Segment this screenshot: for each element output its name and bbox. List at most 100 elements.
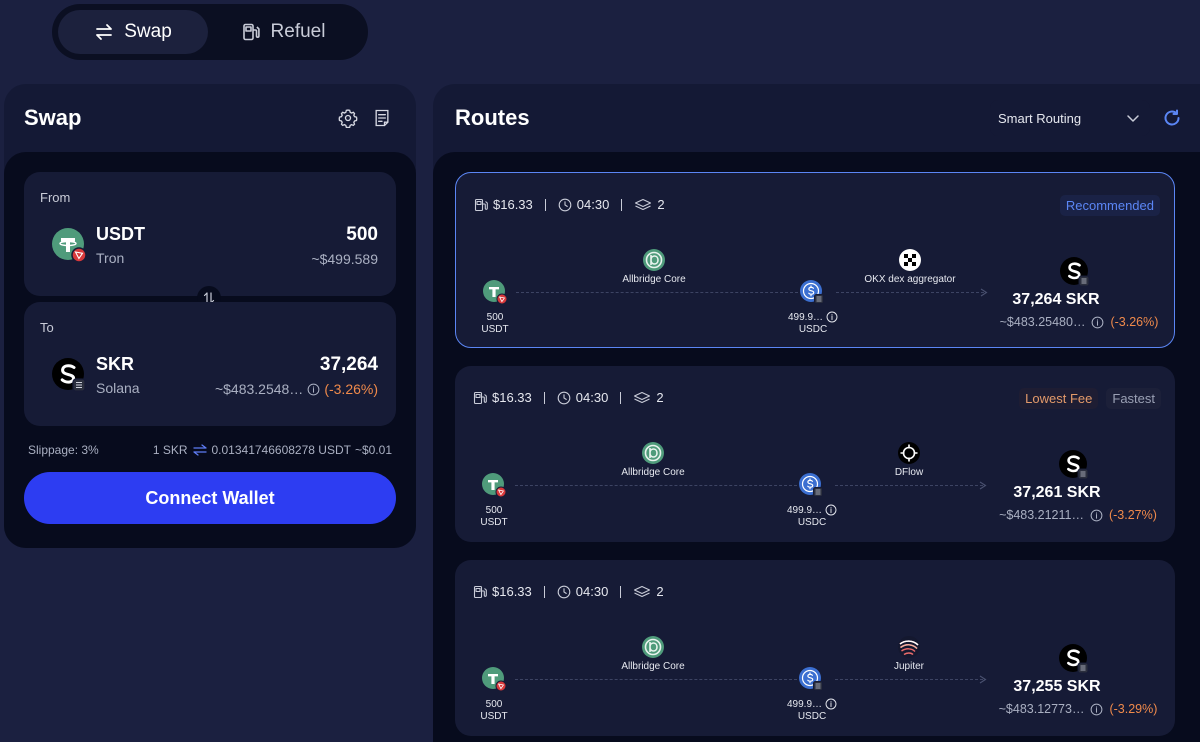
allbridge-icon [643, 249, 665, 271]
routes-list: $16.33 04:30 2 Recommended 500 USDT Allb… [433, 152, 1200, 742]
tether-icon [483, 280, 507, 304]
route-time: 04:30 [558, 197, 609, 212]
stat-divider [543, 585, 545, 598]
route-fee: $16.33 [474, 197, 533, 212]
stat-divider [620, 391, 622, 404]
source-amount: 500 [485, 505, 503, 516]
info-icon[interactable] [825, 698, 837, 710]
refuel-mode-label: Refuel [270, 21, 326, 42]
from-amount[interactable]: 500 [346, 224, 378, 246]
to-label: To [40, 320, 54, 335]
bridge-name: Allbridge Core [621, 467, 685, 478]
gas-icon [474, 198, 488, 211]
source-amount: 500 [485, 699, 503, 710]
to-token-chain: Solana [96, 380, 140, 396]
route-time-value: 04:30 [575, 390, 609, 405]
mode-toggle: Swap Refuel [52, 4, 368, 60]
mid-amount: 499.9… [786, 698, 823, 710]
skr-icon [52, 358, 86, 392]
info-icon[interactable] [1090, 509, 1103, 522]
swap-body: From USDT Tron 500 ~$499.589 To SKR Sola… [4, 152, 416, 548]
tron-icon [496, 293, 507, 304]
route-steps: 2 [633, 584, 664, 599]
route-fee-value: $16.33 [492, 584, 532, 599]
clock-icon [557, 391, 571, 404]
route-stats: $16.33 04:30 2 [474, 197, 665, 212]
swap-mode-button[interactable]: Swap [58, 10, 208, 54]
to-price-change: (-3.26%) [324, 381, 378, 397]
exchange-rate[interactable]: 1 SKR 0.01341746608278 USDT ~$0.01 [153, 443, 392, 457]
routes-title: Routes [455, 105, 530, 130]
mid-amount: 499.9… [787, 311, 824, 323]
destination-change: (-3.26%) [1110, 315, 1159, 329]
gear-icon[interactable] [338, 108, 358, 128]
usdc-icon [799, 473, 823, 497]
clock-icon [558, 198, 572, 211]
destination-usd: ~$483.25480… (-3.26%) [994, 315, 1164, 329]
to-usd-amount: ~$483.2548… [214, 381, 304, 397]
destination-change: (-3.29%) [1109, 702, 1158, 716]
info-icon[interactable] [826, 311, 838, 323]
destination-amount: 37,264 SKR [1012, 291, 1100, 308]
route-card-3[interactable]: $16.33 04:30 2 500 USDT Allbridge Core 4… [455, 560, 1175, 736]
receipt-icon[interactable] [372, 108, 392, 128]
from-token-chain: Tron [96, 250, 125, 266]
refuel-mode-button[interactable]: Refuel [208, 10, 358, 54]
jupiter-icon [898, 636, 920, 658]
routing-mode-value: Smart Routing [998, 110, 1082, 126]
route-fee: $16.33 [473, 390, 532, 405]
fuel-pump-icon [242, 23, 260, 41]
route-steps-value: 2 [657, 197, 665, 212]
swap-header-actions [338, 108, 392, 128]
route-fee: $16.33 [473, 584, 532, 599]
route-tag: Recommended [1059, 195, 1160, 216]
slippage-row: Slippage: 3% 1 SKR 0.01341746608278 USDT… [28, 440, 392, 460]
dflow-icon [898, 442, 920, 464]
rate-usd: ~$0.01 [354, 443, 392, 457]
route-card-2[interactable]: $16.33 04:30 2 Lowest Fee Fastest 500 US… [455, 366, 1175, 542]
connect-wallet-button[interactable]: Connect Wallet [24, 472, 396, 524]
skr-icon [1059, 450, 1089, 480]
routes-header: Routes Smart Routing [433, 84, 1200, 152]
destination-usd: ~$483.21211… (-3.27%) [993, 508, 1163, 522]
route-tag: Lowest Fee [1019, 388, 1099, 409]
info-icon[interactable] [307, 383, 320, 396]
route-path-line [515, 485, 797, 486]
routing-mode-select[interactable]: Smart Routing [990, 100, 1150, 136]
route-stats: $16.33 04:30 2 [473, 390, 664, 405]
route-path-line [515, 679, 797, 680]
info-icon[interactable] [825, 504, 837, 516]
tron-icon [495, 680, 506, 691]
to-amount: 37,264 [319, 354, 378, 375]
clock-icon [557, 585, 571, 598]
mid-symbol: USDC [798, 324, 828, 335]
destination-amount: 37,261 SKR [1013, 484, 1101, 501]
info-icon[interactable] [1091, 316, 1104, 329]
swap-arrows-icon [96, 24, 113, 40]
route-tags: Lowest Fee Fastest [1019, 388, 1161, 409]
route-card-1[interactable]: $16.33 04:30 2 Recommended 500 USDT Allb… [455, 172, 1175, 348]
routing-controls: Smart Routing [990, 100, 1182, 136]
route-tags: Recommended [1059, 195, 1160, 216]
skr-icon [1060, 257, 1090, 287]
route-steps: 2 [634, 197, 665, 212]
dex-name: Jupiter [893, 661, 924, 672]
swap-panel: Swap From USDT Tron 500 ~$499.589 To SKR… [4, 84, 416, 548]
source-symbol: USDT [481, 324, 509, 335]
route-fee-value: $16.33 [492, 390, 532, 405]
route-time: 04:30 [557, 584, 608, 599]
swap-title: Swap [24, 105, 82, 130]
rate-swap-icon [192, 444, 207, 456]
refresh-icon[interactable] [1162, 108, 1182, 128]
stat-divider [620, 585, 622, 598]
to-token-box[interactable]: To SKR Solana 37,264 ~$483.2548… (-3.26%… [24, 302, 396, 426]
info-icon[interactable] [1090, 703, 1103, 716]
slippage-value[interactable]: Slippage: 3% [28, 443, 99, 457]
chevron-down-icon [1127, 115, 1139, 122]
source-amount: 500 [486, 312, 504, 323]
from-token-box[interactable]: From USDT Tron 500 ~$499.589 [24, 172, 396, 296]
destination-usd-value: ~$483.25480… [999, 315, 1086, 329]
route-tag: Fastest [1106, 388, 1161, 409]
dex-icon-slot [897, 441, 921, 465]
route-time: 04:30 [557, 390, 609, 405]
